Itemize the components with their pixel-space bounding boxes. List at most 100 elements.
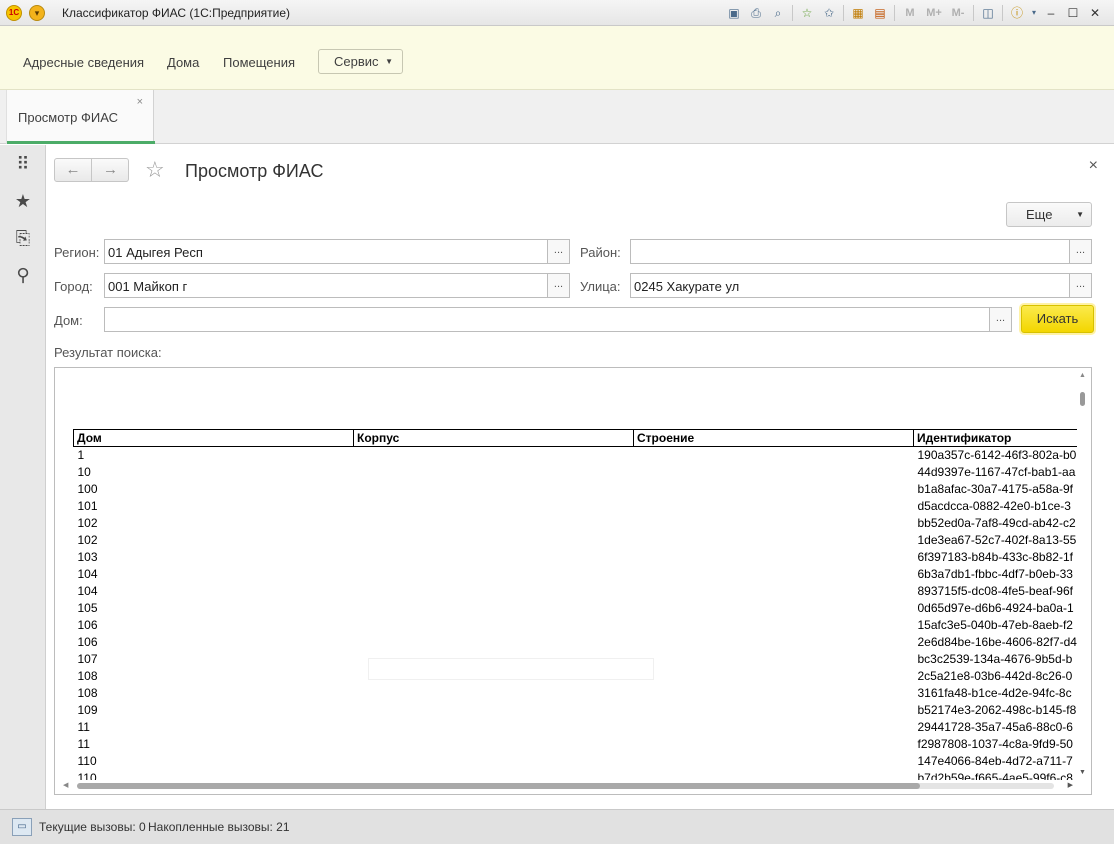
table-row[interactable]: 11 f2987808-1037-4c8a-9fd9-50 xyxy=(74,736,1078,753)
cell-house: 11 xyxy=(77,720,90,734)
table-row[interactable]: 104 893715f5-dc08-4fe5-beaf-96f xyxy=(74,583,1078,600)
region-field[interactable]: 01 Адыгея Респ ... xyxy=(104,239,570,264)
scroll-down-icon[interactable]: ▼ xyxy=(1079,769,1086,776)
calendar-icon[interactable]: ▤ xyxy=(869,4,891,22)
info-dropdown-icon[interactable]: ▾ xyxy=(1028,4,1040,22)
table-row[interactable]: 102 1de3ea67-52c7-402f-8a13-55 xyxy=(74,532,1078,549)
more-button-label: Еще xyxy=(1026,207,1053,222)
selected-cell xyxy=(368,658,654,680)
region-select-button[interactable]: ... xyxy=(547,240,569,263)
history-icon[interactable]: ⎘ xyxy=(12,227,34,249)
search-icon[interactable]: ⚲ xyxy=(12,264,34,286)
cell-house: 107 xyxy=(77,652,98,666)
cell-house: 104 xyxy=(77,567,98,581)
favorite-add-icon[interactable]: ☆ xyxy=(796,4,818,22)
search-button[interactable]: Искать xyxy=(1021,305,1094,333)
scroll-right-icon[interactable]: ▶ xyxy=(1068,781,1073,789)
memory-minus-button[interactable]: M- xyxy=(946,4,970,22)
1c-logo-icon[interactable]: 1С xyxy=(6,5,22,21)
house-field[interactable]: ... xyxy=(104,307,1012,332)
forward-arrow-icon[interactable]: → xyxy=(92,159,129,181)
cell-identifier: b52174e3-2062-498c-b145-f8 xyxy=(917,703,1077,717)
cell-structure xyxy=(634,685,914,702)
cell-identifier: 1de3ea67-52c7-402f-8a13-55 xyxy=(917,533,1077,547)
scroll-left-icon[interactable]: ◀ xyxy=(63,781,68,789)
vertical-scrollbar[interactable]: ▲ ▼ xyxy=(1075,368,1091,778)
table-row[interactable]: 10 44d9397e-1167-47cf-bab1-aa xyxy=(74,464,1078,481)
maximize-icon[interactable]: ☐ xyxy=(1062,4,1084,22)
table-row[interactable]: 108 3161fa48-b1ce-4d2e-94fc-8c xyxy=(74,685,1078,702)
table-row[interactable]: 105 0d65d97e-d6b6-4924-ba0a-1 xyxy=(74,600,1078,617)
district-select-button[interactable]: ... xyxy=(1069,240,1091,263)
window-title: Классификатор ФИАС (1С:Предприятие) xyxy=(62,6,291,20)
table-row[interactable]: 106 2e6d84be-16be-4606-82f7-d4 xyxy=(74,634,1078,651)
toolbar-divider xyxy=(1002,5,1003,21)
cell-house: 105 xyxy=(77,601,98,615)
cell-house: 106 xyxy=(77,635,98,649)
cell-house: 1 xyxy=(77,448,85,463)
column-header-identifier: Идентификатор xyxy=(913,429,1077,447)
main-menu-icon[interactable]: ▾ xyxy=(29,5,45,21)
section-address-info[interactable]: Адресные сведения xyxy=(23,55,144,70)
table-row[interactable]: 110 147e4066-84eb-4d72-a711-7 xyxy=(74,753,1078,770)
table-row[interactable]: 104 6b3a7db1-fbbc-4df7-b0eb-33 xyxy=(74,566,1078,583)
cell-identifier: b1a8afac-30a7-4175-a58a-9f xyxy=(917,482,1073,496)
table-row[interactable]: 106 15afc3e5-040b-47eb-8aeb-f2 xyxy=(74,617,1078,634)
table-row[interactable]: 1 190a357c-6142-46f3-802a-b0 xyxy=(74,447,1078,464)
section-houses[interactable]: Дома xyxy=(167,55,199,70)
memory-m-button[interactable]: M xyxy=(898,4,922,22)
info-icon[interactable]: ⓘ xyxy=(1006,4,1028,22)
service-menu-button[interactable]: Сервис ▼ xyxy=(318,49,403,74)
street-field[interactable]: 0245 Хакурате ул ... xyxy=(630,273,1092,298)
search-result-document[interactable]: Дом Корпус Строение Идентификатор 1 190a3… xyxy=(54,367,1092,795)
street-value: 0245 Хакурате ул xyxy=(634,279,740,294)
more-button[interactable]: Еще ▼ xyxy=(1006,202,1092,227)
city-label: Город: xyxy=(54,279,93,294)
table-row[interactable]: 103 6f397183-b84b-433c-8b82-1f xyxy=(74,549,1078,566)
table-row[interactable]: 101 d5acdcca-0882-42e0-b1ce-3 xyxy=(74,498,1078,515)
city-select-button[interactable]: ... xyxy=(547,274,569,297)
table-row[interactable]: 11 29441728-35a7-45a6-88c0-6 xyxy=(74,719,1078,736)
cell-building xyxy=(354,481,634,498)
cell-identifier: 0d65d97e-d6b6-4924-ba0a-1 xyxy=(917,601,1074,615)
cell-identifier: bc3c2539-134a-4676-9b5d-b xyxy=(917,652,1073,666)
table-row[interactable]: 100 b1a8afac-30a7-4175-a58a-9f xyxy=(74,481,1078,498)
chevron-down-icon: ▼ xyxy=(1076,210,1084,219)
save-icon[interactable]: ▣ xyxy=(723,4,745,22)
minimize-icon[interactable]: – xyxy=(1040,4,1062,22)
chevron-down-icon: ▼ xyxy=(385,57,393,66)
street-label: Улица: xyxy=(580,279,621,294)
apps-grid-icon[interactable]: ⠿ xyxy=(12,153,34,175)
panels-icon[interactable]: ◫ xyxy=(977,4,999,22)
vertical-scroll-thumb[interactable] xyxy=(1080,392,1085,406)
district-field[interactable]: ... xyxy=(630,239,1092,264)
calculator-icon[interactable]: ▦ xyxy=(847,4,869,22)
favorites-star-icon[interactable]: ★ xyxy=(12,190,34,212)
horizontal-scrollbar[interactable]: ◀ ▶ xyxy=(55,778,1091,794)
scroll-up-icon[interactable]: ▲ xyxy=(1079,372,1086,379)
form-close-icon[interactable]: × xyxy=(1089,157,1098,175)
close-window-icon[interactable]: ✕ xyxy=(1084,4,1106,22)
cell-structure xyxy=(634,447,914,464)
tab-fias-view[interactable]: Просмотр ФИАС × xyxy=(6,90,155,144)
back-arrow-icon[interactable]: ← xyxy=(55,159,92,181)
city-field[interactable]: 001 Майкоп г ... xyxy=(104,273,570,298)
street-select-button[interactable]: ... xyxy=(1069,274,1091,297)
table-row[interactable]: 102 bb52ed0a-7af8-49cd-ab42-c2 xyxy=(74,515,1078,532)
tab-close-icon[interactable]: × xyxy=(137,96,143,108)
horizontal-scroll-thumb[interactable] xyxy=(77,783,920,789)
cell-structure xyxy=(634,668,914,685)
preview-icon[interactable]: ⌕ xyxy=(767,4,789,22)
favorites-icon[interactable]: ✩ xyxy=(818,4,840,22)
status-bar: ▭ Текущие вызовы: 0 Накопленные вызовы: … xyxy=(0,809,1114,844)
active-tab-indicator xyxy=(7,141,155,144)
print-icon[interactable]: ⎙ xyxy=(745,4,767,22)
section-rooms[interactable]: Помещения xyxy=(223,55,295,70)
table-row[interactable]: 109 b52174e3-2062-498c-b145-f8 xyxy=(74,702,1078,719)
favorite-star-icon[interactable]: ☆ xyxy=(145,157,165,183)
memory-plus-button[interactable]: M+ xyxy=(922,4,946,22)
house-select-button[interactable]: ... xyxy=(989,308,1011,331)
cell-identifier: bb52ed0a-7af8-49cd-ab42-c2 xyxy=(917,516,1076,530)
computer-icon[interactable]: ▭ xyxy=(12,818,32,836)
service-menu-label: Сервис xyxy=(334,54,379,69)
